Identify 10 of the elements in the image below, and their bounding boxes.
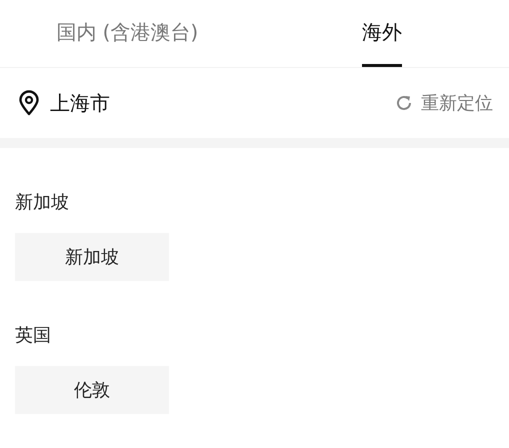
city-button[interactable]: 伦敦 bbox=[15, 366, 169, 414]
tab[interactable]: 国内 (含港澳台) bbox=[56, 0, 198, 67]
region-heading: 新加坡 bbox=[15, 192, 70, 214]
location-pin-icon bbox=[18, 90, 40, 116]
relocate-button[interactable]: 重新定位 bbox=[395, 91, 493, 115]
current-city: 上海市 bbox=[50, 90, 110, 116]
refresh-icon bbox=[395, 94, 413, 112]
region-heading: 英国 bbox=[15, 325, 52, 347]
city-button[interactable]: 新加坡 bbox=[15, 233, 169, 281]
tab[interactable]: 海外 bbox=[362, 0, 402, 67]
